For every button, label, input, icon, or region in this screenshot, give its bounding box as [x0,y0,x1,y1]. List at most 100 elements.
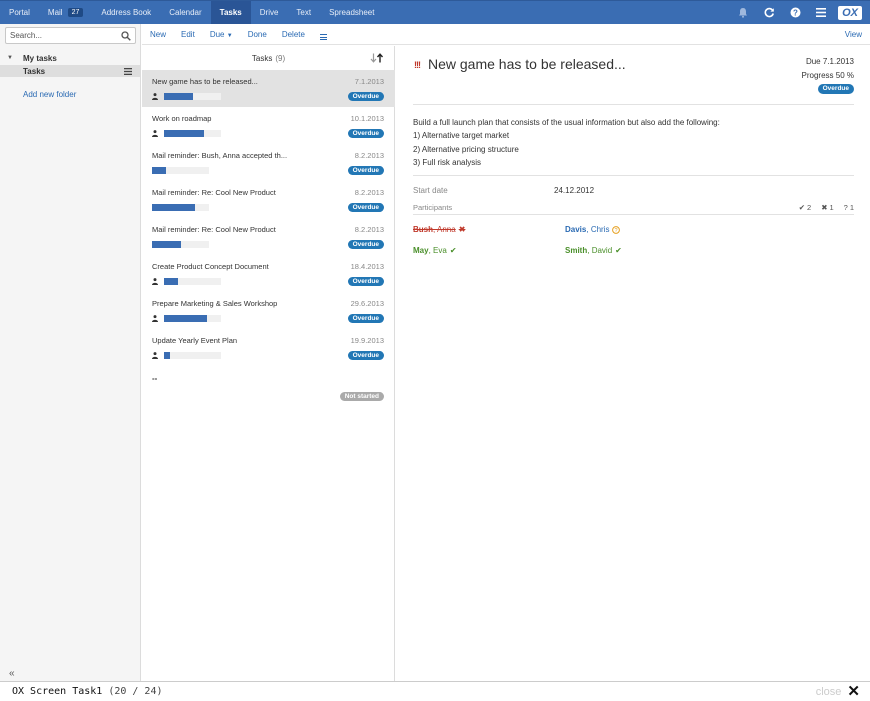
edit-button[interactable]: Edit [181,30,195,39]
participant-counts: ✔ 2 ✖ 1 ? 1 [799,203,854,212]
task-row[interactable]: Mail reminder: Re: Cool New Product 8.2.… [142,218,395,255]
description-line: Build a full launch plan that consists o… [413,118,720,127]
task-title: -- [152,374,158,383]
due-label: Due [209,29,225,39]
declined-count: ✖ 1 [821,203,833,212]
top-app-bar: Portal Mail 27 Address Book Calendar Task… [0,0,870,24]
close-icon[interactable]: ✕ [847,684,860,699]
task-title: New game has to be released... [152,77,258,86]
app-address-book[interactable]: Address Book [92,1,160,24]
task-list: Tasks (9) New game has to be released...… [142,46,395,681]
task-row[interactable]: Update Yearly Event Plan 19.9.2013 Overd… [142,329,395,366]
list-header: Tasks (9) [142,46,395,70]
search-input[interactable] [6,31,116,40]
status-badge: Overdue [347,129,384,138]
close-link[interactable]: close [816,686,842,698]
app-label: Drive [259,8,279,17]
folder-label: My tasks [23,53,57,63]
progress-fill [164,93,193,100]
menu-icon[interactable] [808,1,834,25]
tentative-count: ? 1 [844,203,854,212]
app-label: Mail [47,8,63,17]
participant-last-name: Smith [565,246,588,255]
task-toolbar: New Edit Due ▼ Done Delete View [142,24,870,45]
collapse-sidebar-icon[interactable]: « [9,668,15,679]
app-label: Portal [9,8,30,17]
add-new-folder-link[interactable]: Add new folder [23,90,76,99]
progress-bar [164,352,221,359]
app-tasks[interactable]: Tasks [210,1,251,24]
due-dropdown[interactable]: Due ▼ [210,30,233,39]
task-row[interactable]: Prepare Marketing & Sales Workshop 29.6.… [142,292,395,329]
caret-down-icon: ▼ [226,32,233,39]
task-row[interactable]: New game has to be released... 7.1.2013 … [142,70,395,107]
task-row[interactable]: Mail reminder: Re: Cool New Product 8.2.… [142,181,395,218]
participant-may-eva[interactable]: May, Eva ✔ [413,246,457,255]
app-mail[interactable]: Mail 27 [39,1,92,24]
question-icon: ? [612,225,621,234]
task-title: New game has to be released... [428,56,626,72]
progress-fill [164,352,170,359]
person-icon [152,93,158,100]
view-button[interactable]: View [845,30,862,39]
svg-text:?: ? [793,8,798,17]
progress-bar [152,241,209,248]
task-progress: Progress 50 % [801,71,854,80]
refresh-icon[interactable] [756,1,782,25]
divider [413,175,854,176]
folder-sidebar: ▼ My tasks Tasks Add new folder « [0,24,141,681]
search-icon[interactable] [121,31,131,41]
delete-button[interactable]: Delete [282,30,305,39]
app-label: Address Book [101,8,152,17]
task-date: 8.2.2013 [354,151,384,160]
folder-my-tasks[interactable]: ▼ My tasks [0,52,141,64]
task-row[interactable]: Create Product Concept Document 18.4.201… [142,255,395,292]
folder-menu-icon[interactable] [122,66,134,76]
task-date: 8.2.2013 [354,188,384,197]
status-badge: Overdue [347,203,384,212]
participant-last-name: Davis [565,225,587,234]
caret-down-icon[interactable]: ▼ [7,55,17,61]
task-title: Mail reminder: Re: Cool New Product [152,188,276,197]
sort-order-icon[interactable] [370,53,384,63]
bell-icon[interactable] [730,1,756,25]
done-button[interactable]: Done [248,30,267,39]
app-portal[interactable]: Portal [0,1,39,24]
task-title: Mail reminder: Re: Cool New Product [152,225,276,234]
question-icon: ? [843,203,848,212]
check-icon: ✔ [798,203,806,212]
start-date-value: 24.12.2012 [554,186,595,195]
participant-bush-anna[interactable]: Bush, Anna ✖ [413,225,465,234]
app-label: Tasks [219,8,242,17]
app-label: Spreadsheet [329,8,375,17]
task-row[interactable]: Mail reminder: Bush, Anna accepted th...… [142,144,395,181]
app-text[interactable]: Text [287,1,320,24]
task-title: Create Product Concept Document [152,262,269,271]
progress-fill [164,278,179,285]
task-row[interactable]: -- Not started [142,370,395,407]
description-line: 2) Alternative pricing structure [413,144,519,154]
participant-davis-chris[interactable]: Davis, Chris ? [565,225,621,234]
more-actions-icon[interactable] [319,28,327,40]
task-title: Work on roadmap [152,114,212,123]
bottom-bar: OX Screen Task1 (20 / 24) close ✕ [0,681,870,701]
task-date: 8.2.2013 [354,225,384,234]
progress-fill [164,130,204,137]
folder-tasks[interactable]: Tasks [0,65,140,77]
task-title: Prepare Marketing & Sales Workshop [152,299,278,308]
participant-first-name: Anna [437,225,456,234]
progress-bar [152,167,209,174]
app-drive[interactable]: Drive [251,1,288,24]
participant-first-name: Eva [433,246,447,255]
help-icon[interactable]: ? [782,1,808,25]
new-button[interactable]: New [150,30,166,39]
task-row[interactable]: Work on roadmap 10.1.2013 Overdue [142,107,395,144]
participant-last-name: May [413,246,429,255]
app-calendar[interactable]: Calendar [160,1,210,24]
app-nav: Portal Mail 27 Address Book Calendar Task… [0,1,383,24]
progress-fill [152,167,167,174]
participant-smith-david[interactable]: Smith, David ✔ [565,246,622,255]
app-spreadsheet[interactable]: Spreadsheet [320,1,383,24]
progress-bar [152,204,209,211]
list-title: Tasks [251,53,273,63]
